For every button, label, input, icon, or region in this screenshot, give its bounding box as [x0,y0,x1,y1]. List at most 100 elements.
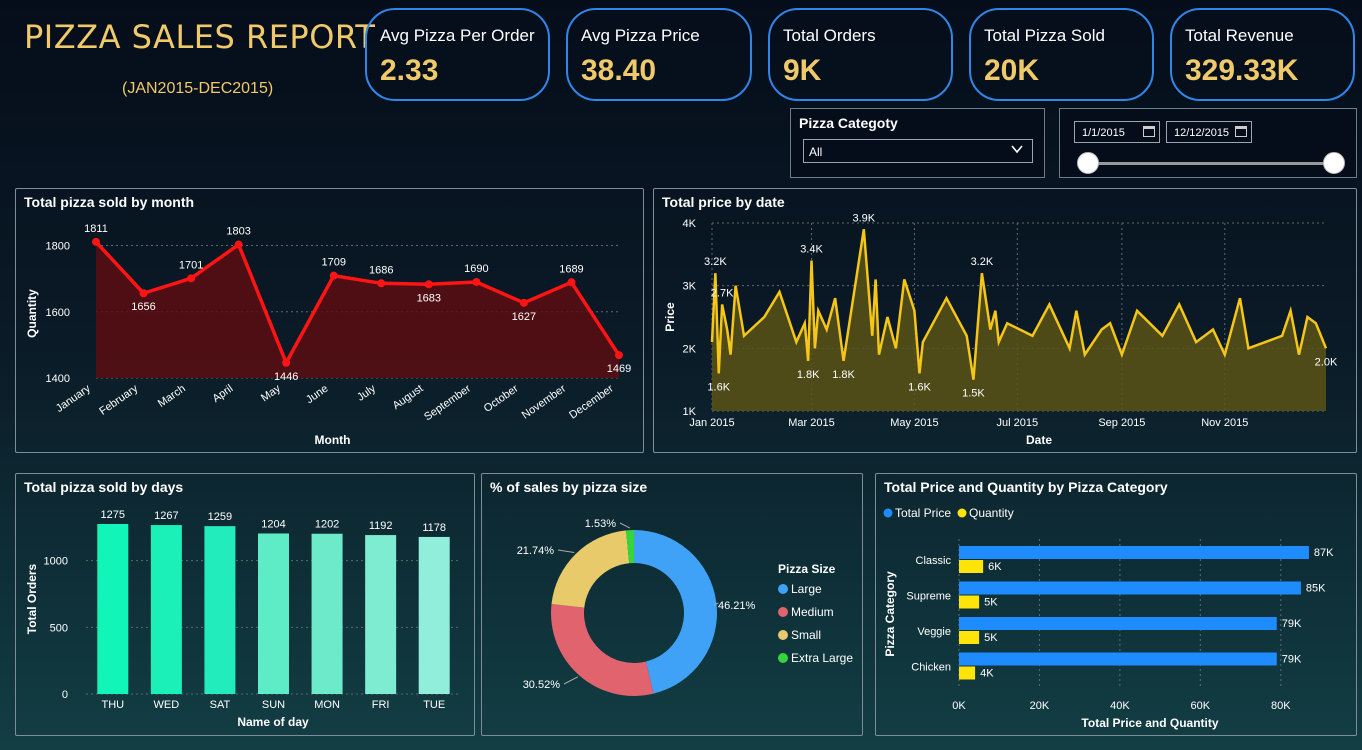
data-label: 30.52% [523,679,561,691]
kpi-label: Avg Pizza Price [581,26,700,45]
data-point [139,289,148,298]
data-label: 1446 [274,371,298,383]
data-point [472,277,481,286]
date-slider-end-handle[interactable] [1323,152,1345,174]
x-tick-label: January [54,382,93,415]
legend-entry: Total Price [895,506,951,520]
x-tick-label: 80K [1271,700,1291,712]
y-axis-label: Price [663,302,677,332]
data-point [615,351,623,360]
kpi-value: 38.40 [581,54,657,87]
x-tick-label: October [482,382,521,414]
bar [365,535,397,694]
data-label: 1803 [226,226,250,238]
data-label: 1202 [315,519,339,531]
kpi-value: 329.33K [1185,54,1299,87]
date-slider-track[interactable] [1086,162,1334,165]
legend-marker [957,508,967,518]
legend-marker [778,584,788,594]
bar [959,631,980,644]
x-tick-label: Jul 2015 [997,417,1039,429]
x-tick-label: FRI [372,699,390,711]
category-dropdown[interactable]: All [803,139,1033,163]
x-tick-label: SAT [210,699,231,711]
legend-title: Pizza Size [778,562,836,576]
data-label: 1.8K [832,369,855,381]
data-label: 1811 [84,223,108,235]
leader-line [563,676,579,685]
data-label: 1469 [607,363,631,375]
category-hbar-chart: 0K 20K 40K 60K 80K Classic 87K 6K Supreme 85K 5K Ve… [883,506,1334,730]
data-point [92,237,100,246]
data-label: 1683 [417,292,441,304]
leader-line [619,522,631,529]
data-label: 6K [988,561,1002,573]
data-label: 1656 [131,301,155,313]
data-label: 3.9K [852,212,875,224]
x-tick-label: 20K [1030,700,1050,712]
legend-entry: Large [791,582,822,596]
y-tick-label: 1800 [46,241,70,253]
x-axis-label: Total Price and Quantity [1081,716,1218,730]
legend-marker [883,508,893,518]
data-label: 1.6K [707,381,730,393]
x-tick-label: February [97,382,140,417]
data-label: 3.4K [800,244,823,256]
x-axis-label: Date [1026,433,1052,447]
y-tick-label: Chicken [911,662,951,674]
data-point [187,274,196,283]
calendar-icon[interactable] [1143,126,1155,137]
y-tick-label: 1600 [46,307,70,319]
bar [959,581,1301,595]
y-axis-label: Quantity [25,289,39,338]
kpi-label: Total Orders [783,26,876,45]
data-label: 1275 [101,509,125,521]
donut-slice [551,603,654,696]
data-label: 1267 [154,510,178,522]
x-tick-label: Jan 2015 [689,417,734,429]
y-axis-label: Total Orders [25,563,39,634]
kpi-label: Total Pizza Sold [984,26,1105,45]
x-tick-label: SUN [262,699,285,711]
category-dropdown-value: All [809,145,823,159]
kpi-value: 20K [984,54,1040,87]
x-tick-label: May 2015 [890,417,938,429]
bar [150,525,182,694]
date-slider-start-handle[interactable] [1077,152,1099,174]
legend-entry: Extra Large [791,651,853,665]
y-tick-label: Classic [916,555,952,567]
y-axis-label: Pizza Category [883,571,897,657]
data-label: 1701 [179,259,203,271]
size-chart-panel: % of sales by pizza size 46.21% 30.52% 21.… [481,473,863,736]
month-chart-panel: Total pizza sold by month 1400 1600 1800 18… [15,188,644,453]
calendar-icon[interactable] [1235,126,1247,137]
size-donut-chart: 46.21% 30.52% 21.74% 1.53% Pizza Size Large Me… [517,518,853,696]
data-point [329,271,338,280]
legend-entry: Quantity [969,506,1014,520]
x-tick-label: August [391,383,426,412]
x-axis-label: Month [315,433,351,447]
start-date-input[interactable]: 1/1/2015 [1074,121,1160,143]
kpi-total-pizza-sold: Total Pizza Sold 20K [969,8,1154,101]
end-date-value: 12/12/2015 [1174,127,1230,139]
kpi-total-revenue: Total Revenue 329.33K [1170,8,1355,101]
bar [959,666,976,680]
days-chart-panel: Total pizza sold by days 0 500 1000 1275 THU… [15,473,475,736]
bar [959,617,1277,630]
date-area-chart: 1K2K3K4KJan 2015 Mar 2015 May 2015 Jul 2015… [663,212,1338,447]
leader-line [557,549,575,554]
bar [959,595,980,609]
y-tick-label: 3K [683,281,697,293]
x-tick-label: April [210,383,235,405]
kpi-label: Avg Pizza Per Order [380,26,535,45]
data-label: 85K [1306,583,1326,595]
data-label: 3.2K [704,256,727,268]
date-slicer: 1/1/2015 12/12/2015 [1059,108,1357,178]
end-date-input[interactable]: 12/12/2015 [1166,121,1252,143]
legend-entry: Small [791,628,821,642]
data-label: 21.74% [517,545,555,557]
x-tick-label: WED [154,699,180,711]
data-label: 1627 [512,311,536,323]
kpi-value: 2.33 [380,54,439,87]
x-tick-label: MON [314,699,340,711]
